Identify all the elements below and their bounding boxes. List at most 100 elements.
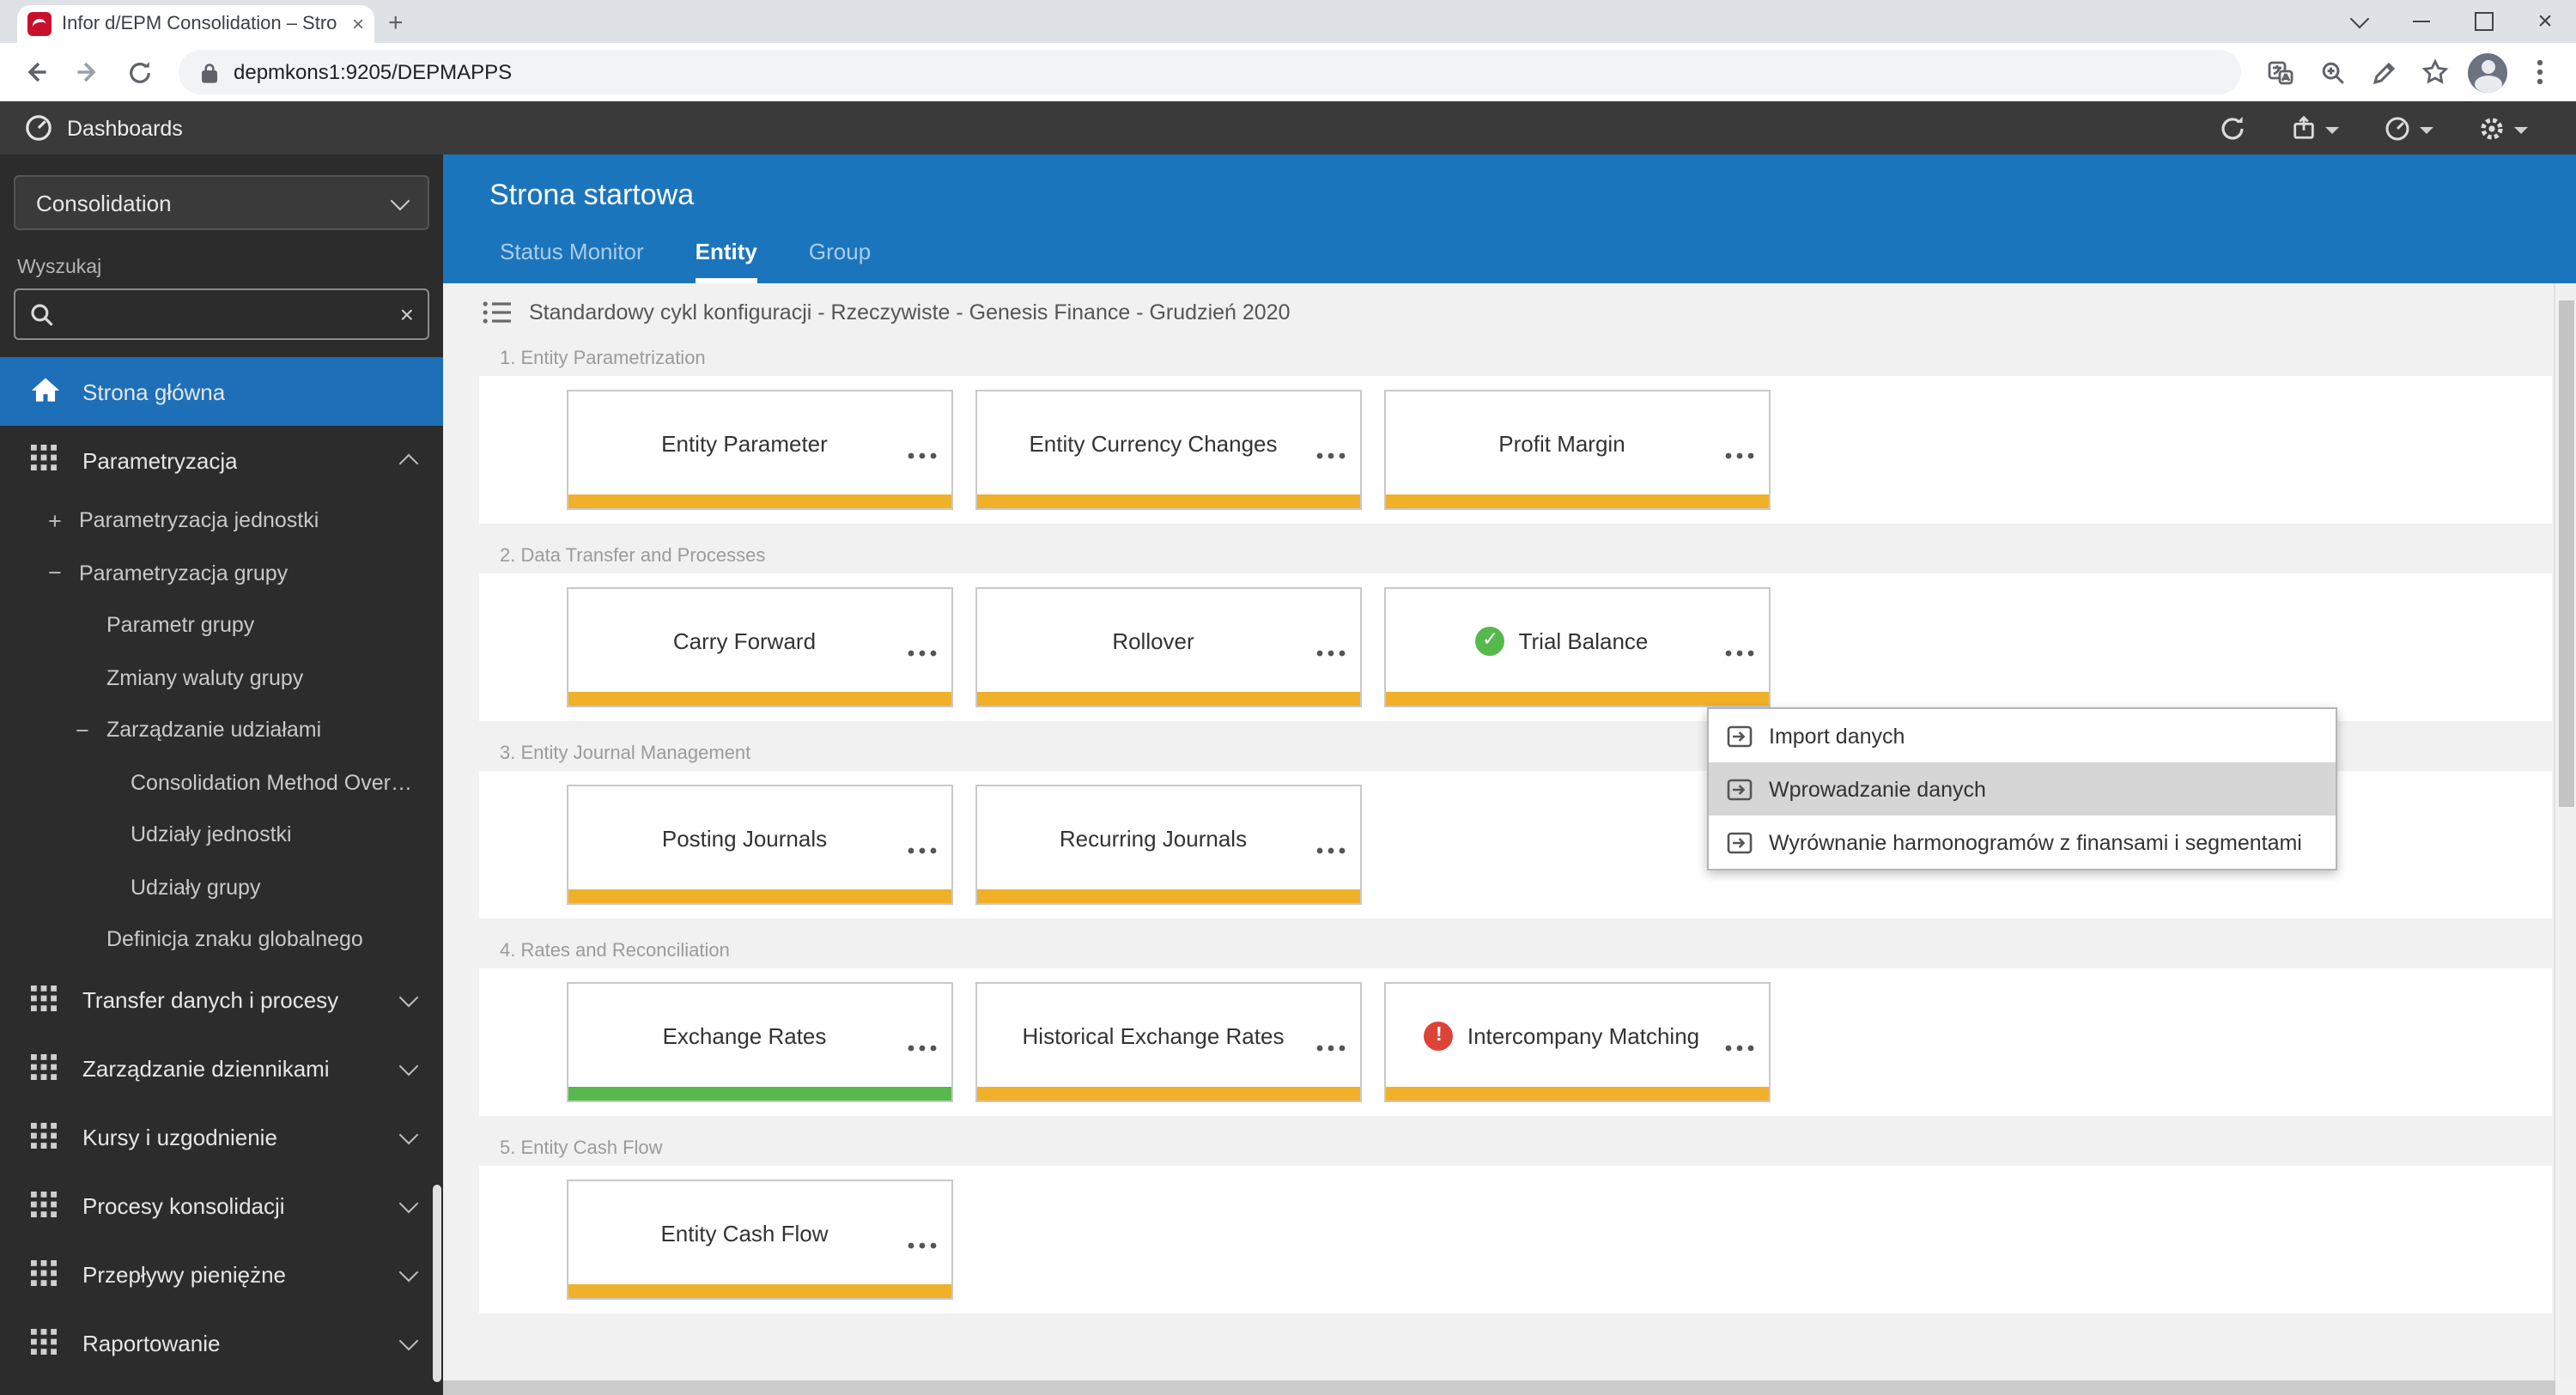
card-menu-button[interactable]: [907, 635, 938, 666]
dashboards-menu-button[interactable]: [2384, 114, 2433, 142]
card-status-bar: [977, 1087, 1360, 1101]
card-status-bar: [977, 692, 1360, 706]
dashboard-card[interactable]: ✓ ! Posting Journals: [567, 785, 953, 905]
reload-button[interactable]: [117, 50, 161, 94]
apps-grid-icon: [31, 1259, 60, 1290]
dashboard-card[interactable]: ✓ ! Intercompany Matching: [1384, 982, 1771, 1102]
browser-tab[interactable]: Infor d/EPM Consolidation – Stro ×: [17, 5, 374, 43]
chevron-down-icon: [398, 1331, 419, 1351]
dashboard-content: Standardowy cykl konfiguracji - Rzeczywi…: [443, 283, 2576, 1395]
sidebar-item-label: Definicja znaku globalnego: [106, 927, 363, 952]
tree-toggle-icon[interactable]: −: [48, 561, 79, 586]
card-menu-button[interactable]: [907, 1030, 938, 1061]
sidebar-item[interactable]: Parametr grupy: [0, 599, 443, 652]
card-title: Posting Journals: [661, 825, 828, 851]
context-menu-item[interactable]: Import danych: [1709, 709, 2336, 762]
context-menu-item[interactable]: Wprowadzanie danych: [1709, 762, 2336, 816]
tree-toggle-icon[interactable]: +: [48, 508, 79, 534]
config-bar[interactable]: Standardowy cykl konfiguracji - Rzeczywi…: [479, 283, 2552, 333]
clear-search-icon[interactable]: ×: [400, 302, 414, 326]
sidebar-item[interactable]: Przepływy pieniężne: [0, 1240, 443, 1309]
dashboard-card[interactable]: ✓ ! Exchange Rates: [567, 982, 953, 1102]
refresh-button[interactable]: [2219, 114, 2246, 142]
tree-toggle-icon[interactable]: −: [76, 718, 106, 743]
sidebar-item[interactable]: Transfer danych i procesy: [0, 966, 443, 1034]
gauge-icon: [2385, 116, 2409, 140]
context-menu-item[interactable]: Wyrównanie harmonogramów z finansami i s…: [1709, 816, 2336, 869]
maximize-button[interactable]: [2452, 0, 2514, 43]
apps-grid-icon: [31, 1328, 60, 1359]
sidebar-scrollbar[interactable]: [433, 1185, 441, 1382]
bookmark-star-icon[interactable]: [2413, 50, 2458, 94]
close-window-button[interactable]: ×: [2514, 0, 2576, 43]
sidebar-item[interactable]: + Parametryzacja jednostki: [0, 494, 443, 547]
minimize-button[interactable]: [2391, 0, 2452, 43]
page-tab[interactable]: Status Monitor: [500, 239, 644, 283]
sidebar-item[interactable]: Raportowanie: [0, 1309, 443, 1378]
dashboard-card[interactable]: ✓ ! Recurring Journals: [975, 785, 1362, 905]
dashboard-card[interactable]: ✓ ! Profit Margin: [1384, 390, 1771, 510]
card-menu-button[interactable]: [1315, 1030, 1346, 1061]
sidebar-item[interactable]: Consolidation Method Overv...: [0, 756, 443, 809]
dashboard-card[interactable]: ✓ ! Historical Exchange Rates: [975, 982, 1362, 1102]
dashboard-card[interactable]: ✓ ! Entity Cash Flow: [567, 1180, 953, 1300]
edit-icon[interactable]: [2361, 50, 2406, 94]
apps-grid-icon: [31, 1191, 60, 1222]
page-tab[interactable]: Entity: [695, 239, 757, 283]
forward-button[interactable]: [65, 50, 110, 94]
sidebar-item[interactable]: Definicja znaku globalnego: [0, 913, 443, 966]
sidebar-item-label: Consolidation Method Overv...: [131, 770, 416, 795]
tab-search-button[interactable]: [2329, 0, 2391, 43]
url-bar[interactable]: depmkons1:9205/DEPMAPPS: [179, 50, 2241, 94]
vertical-scrollbar-thumb[interactable]: [2559, 300, 2574, 807]
sidebar-item[interactable]: Zmiany waluty grupy: [0, 652, 443, 704]
zoom-icon[interactable]: [2310, 50, 2354, 94]
sidebar-item[interactable]: Udziały jednostki: [0, 809, 443, 861]
caret-down-icon: [2325, 126, 2339, 140]
card-title: Intercompany Matching: [1467, 1022, 1700, 1048]
card-menu-button[interactable]: [1724, 1030, 1755, 1061]
new-tab-button[interactable]: +: [388, 9, 404, 38]
card-menu-button[interactable]: [1724, 635, 1755, 666]
card-menu-button[interactable]: [907, 1228, 938, 1259]
back-button[interactable]: [14, 50, 58, 94]
card-menu-button[interactable]: [907, 438, 938, 469]
profile-avatar[interactable]: [2468, 52, 2507, 92]
sidebar-item-label: Parametryzacja jednostki: [79, 508, 319, 533]
card-menu-button[interactable]: [1315, 833, 1346, 864]
module-selector[interactable]: Consolidation: [14, 175, 429, 230]
tab-close-icon[interactable]: ×: [352, 14, 364, 34]
horizontal-scrollbar[interactable]: [443, 1380, 2555, 1395]
sidebar-item[interactable]: Zarządzanie dziennikami: [0, 1034, 443, 1103]
sidebar-item[interactable]: − Parametryzacja grupy: [0, 547, 443, 599]
vertical-scrollbar[interactable]: [2554, 283, 2576, 1380]
dashboard-card[interactable]: ✓ ! Entity Currency Changes: [975, 390, 1362, 510]
card-menu-button[interactable]: [907, 833, 938, 864]
sidebar-item[interactable]: Strona główna: [0, 357, 443, 426]
browser-menu-kebab-icon[interactable]: [2518, 50, 2562, 94]
card-menu-button[interactable]: [1315, 635, 1346, 666]
page-tab-label: Entity: [695, 239, 757, 264]
dashboard-card[interactable]: ✓ ! Entity Parameter: [567, 390, 953, 510]
sidebar-item[interactable]: Kursy i uzgodnienie: [0, 1103, 443, 1172]
section-label: 2. Data Transfer and Processes: [500, 546, 766, 567]
sidebar-item[interactable]: Procesy konsolidacji: [0, 1172, 443, 1240]
page-tab[interactable]: Group: [809, 239, 871, 283]
dashboard-card[interactable]: ✓ ! Carry Forward: [567, 587, 953, 707]
card-menu-button[interactable]: [1724, 438, 1755, 469]
sidebar-item[interactable]: Udziały grupy: [0, 861, 443, 913]
sidebar-search[interactable]: ×: [14, 288, 429, 340]
sidebar-item[interactable]: Parametryzacja: [0, 426, 443, 494]
card-status-bar: [568, 494, 951, 508]
card-menu-button[interactable]: [1315, 438, 1346, 469]
share-button[interactable]: [2291, 115, 2339, 141]
search-input[interactable]: [67, 300, 388, 329]
translate-icon[interactable]: [2258, 50, 2303, 94]
dashboard-card[interactable]: ✓ ! Trial Balance: [1384, 587, 1771, 707]
sidebar-item-label: Zarządzanie dziennikami: [82, 1056, 330, 1082]
app-header: Dashboards: [0, 101, 2576, 155]
card-title: Exchange Rates: [662, 1022, 827, 1048]
sidebar-item[interactable]: − Zarządzanie udziałami: [0, 704, 443, 756]
settings-button[interactable]: [2478, 114, 2528, 142]
dashboard-card[interactable]: ✓ ! Rollover: [975, 587, 1362, 707]
